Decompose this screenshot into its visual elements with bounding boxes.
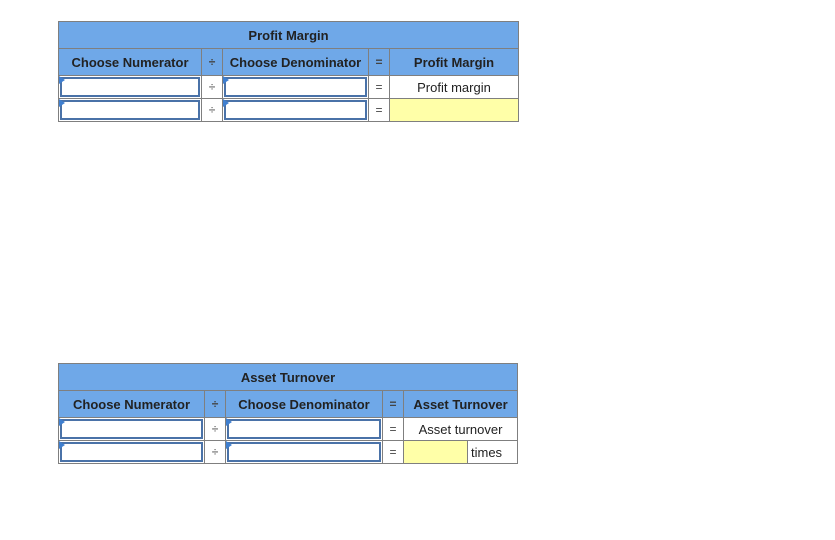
equals-sign: = — [368, 75, 390, 99]
dropdown-indicator-icon — [59, 441, 65, 449]
numerator-dropdown[interactable] — [60, 77, 200, 97]
asset-turnover-answer-input[interactable] — [403, 440, 468, 464]
result-header: Asset Turnover — [402, 390, 519, 418]
numerator-dropdown[interactable] — [60, 419, 203, 439]
table-row: ÷ = Asset turnover — [58, 417, 519, 441]
table-row: ÷ = times — [58, 440, 519, 464]
denominator-dropdown[interactable] — [227, 419, 381, 439]
result-header: Profit Margin — [389, 48, 519, 76]
dropdown-indicator-icon — [59, 418, 65, 426]
profit-margin-answer-input[interactable] — [389, 98, 519, 122]
table-row: ÷ = Profit margin — [58, 75, 519, 99]
numerator-header: Choose Numerator — [58, 390, 205, 418]
asset-turnover-table: Asset Turnover Choose Numerator ÷ Choose… — [57, 363, 519, 464]
denominator-dropdown-cell — [225, 417, 383, 441]
dropdown-indicator-icon — [59, 76, 65, 84]
dropdown-indicator-icon — [223, 76, 229, 84]
denominator-dropdown[interactable] — [224, 77, 367, 97]
numerator-dropdown-cell — [58, 75, 202, 99]
equals-header: = — [382, 390, 404, 418]
denominator-dropdown[interactable] — [224, 100, 367, 120]
denominator-dropdown[interactable] — [227, 442, 381, 462]
numerator-dropdown[interactable] — [60, 100, 200, 120]
divide-sign: ÷ — [201, 75, 223, 99]
denominator-header: Choose Denominator — [225, 390, 383, 418]
equals-header: = — [368, 48, 390, 76]
table-title: Profit Margin — [58, 21, 519, 49]
divide-sign: ÷ — [204, 440, 226, 464]
denominator-dropdown-cell — [225, 440, 383, 464]
numerator-dropdown-cell — [58, 98, 202, 122]
numerator-header: Choose Numerator — [58, 48, 202, 76]
equals-sign: = — [368, 98, 390, 122]
denominator-dropdown-cell — [222, 98, 369, 122]
table-row: ÷ = — [58, 98, 519, 122]
equals-sign: = — [382, 440, 404, 464]
divide-header: ÷ — [204, 390, 226, 418]
divide-header: ÷ — [201, 48, 223, 76]
table-title: Asset Turnover — [57, 363, 519, 391]
unit-label: times — [466, 440, 519, 464]
dropdown-indicator-icon — [226, 418, 232, 426]
divide-sign: ÷ — [204, 417, 226, 441]
result-label: Profit margin — [389, 75, 519, 99]
numerator-dropdown-cell — [58, 417, 205, 441]
profit-margin-table: Profit Margin Choose Numerator ÷ Choose … — [58, 21, 519, 122]
denominator-dropdown-cell — [222, 75, 369, 99]
divide-sign: ÷ — [201, 98, 223, 122]
denominator-header: Choose Denominator — [222, 48, 369, 76]
numerator-dropdown[interactable] — [60, 442, 203, 462]
dropdown-indicator-icon — [223, 99, 229, 107]
dropdown-indicator-icon — [59, 99, 65, 107]
equals-sign: = — [382, 417, 404, 441]
result-label: Asset turnover — [402, 417, 519, 441]
numerator-dropdown-cell — [58, 440, 205, 464]
dropdown-indicator-icon — [226, 441, 232, 449]
